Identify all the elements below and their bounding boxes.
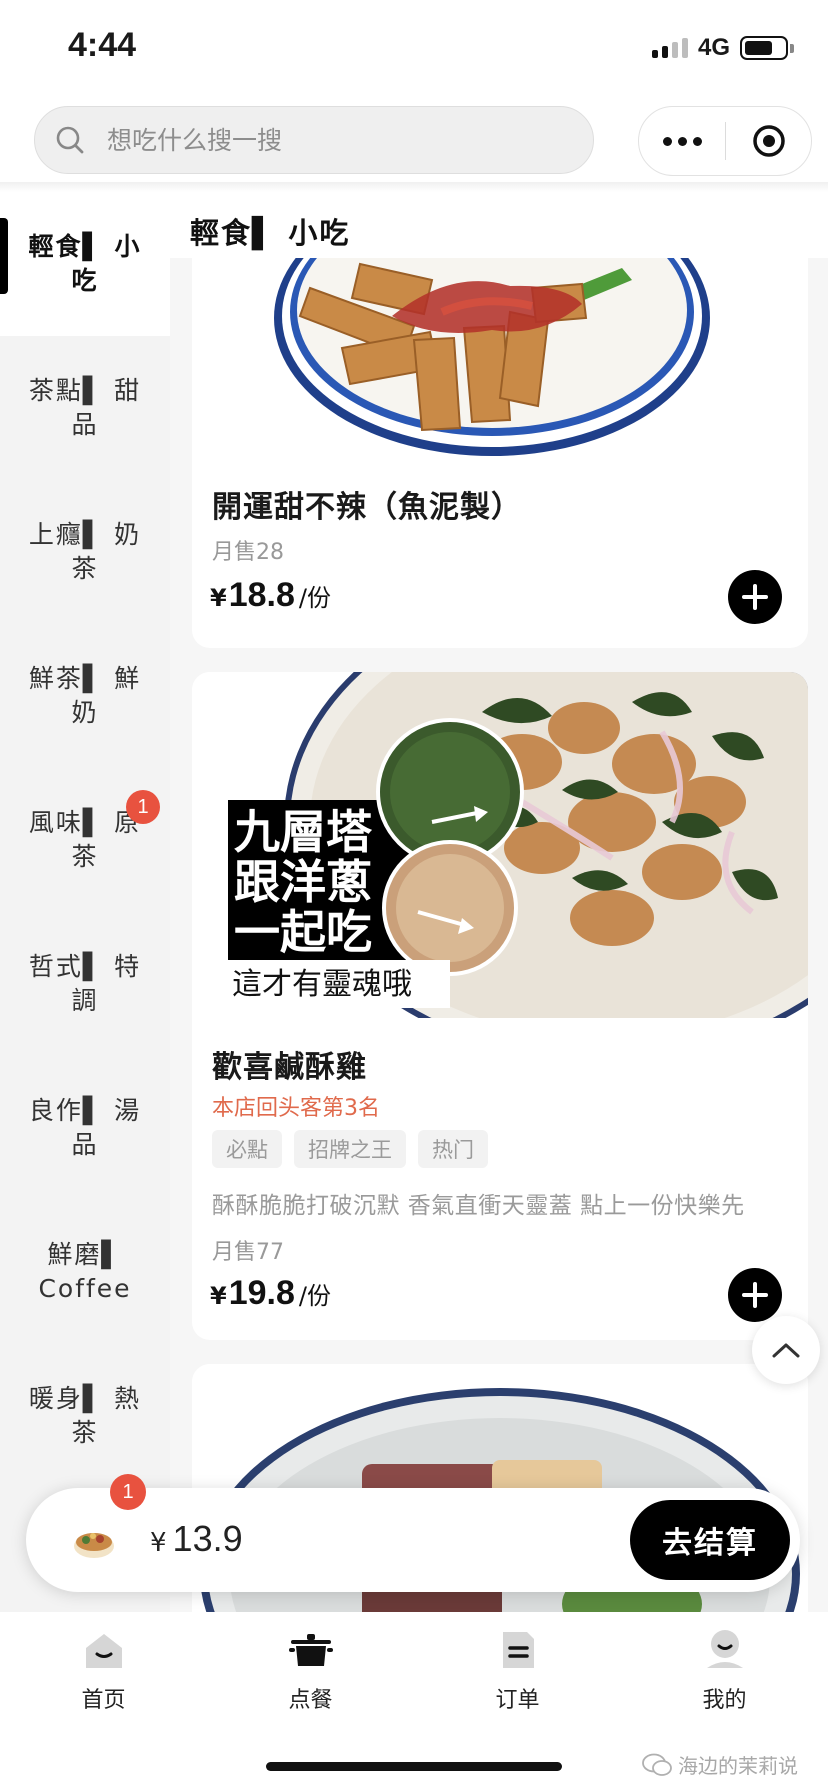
watermark-text: 海边的茉莉说 [678, 1754, 798, 1778]
pot-icon [288, 1634, 333, 1666]
back-to-top-button[interactable] [752, 1316, 820, 1384]
product-card[interactable]: 九層塔 跟洋蔥 一起吃 這才有靈魂哦 歡喜鹹酥雞 本店回头客第3名 必點 招牌之… [192, 672, 808, 1340]
profile-icon [706, 1630, 743, 1668]
tab-home[interactable]: 首页 [0, 1612, 207, 1722]
image-text-line3: 一起吃 [234, 905, 372, 959]
sidebar-item-hot-tea[interactable]: 暖身▌ 熱茶 [0, 1344, 170, 1488]
product-price: ¥ 18.8 /份 [210, 576, 331, 615]
currency-symbol: ¥ [150, 1528, 167, 1558]
watermark: 海边的茉莉说 [642, 1750, 798, 1779]
price-value: 19.8 [228, 1274, 295, 1312]
image-text-line2: 跟洋蔥 [234, 855, 372, 909]
product-description: 酥酥脆脆打破沉默 香氣直衝天靈蓋 點上一份快樂先 [212, 1193, 745, 1219]
search-bar[interactable] [34, 106, 594, 174]
sidebar-item-original-tea[interactable]: 1 風味▌ 原茶 [0, 768, 170, 912]
cart-item-thumbnail-icon [74, 1533, 114, 1558]
wechat-icon [642, 1753, 672, 1776]
monthly-sales: 月售28 [212, 540, 284, 565]
monthly-sales: 月售77 [212, 1240, 284, 1265]
status-bar: 4:44 4G [0, 0, 828, 96]
signal-strength-icon [652, 38, 688, 58]
search-icon [56, 126, 84, 154]
document-icon [502, 1632, 534, 1668]
tab-label: 点餐 [288, 1688, 333, 1713]
tab-label: 订单 [495, 1688, 540, 1713]
tab-label: 首页 [81, 1688, 126, 1713]
chevron-up-icon [772, 1343, 800, 1358]
sidebar-item-label: 上癮▌ 奶茶 [28, 520, 142, 583]
image-caption: 這才有靈魂哦 [232, 967, 412, 1002]
more-icon[interactable] [639, 107, 725, 175]
cart-count-badge: 1 [110, 1474, 146, 1510]
product-price: ¥ 19.8 /份 [210, 1274, 331, 1313]
category-sidebar: 輕食▌ 小吃 茶點▌ 甜品 上癮▌ 奶茶 鮮茶▌ 鮮奶 1 風味▌ 原茶 哲式▌… [0, 192, 170, 1612]
price-value: 18.8 [228, 576, 295, 614]
sidebar-item-label: 風味▌ 原茶 [28, 808, 142, 871]
product-name: 歡喜鹹酥雞 [212, 1050, 367, 1085]
category-count-badge: 1 [126, 790, 160, 824]
sidebar-item-milk-tea[interactable]: 上癮▌ 奶茶 [0, 480, 170, 624]
product-tags: 必點 招牌之王 热门 [212, 1130, 488, 1168]
sidebar-item-coffee[interactable]: 鮮磨▌ Coffee [0, 1200, 170, 1344]
close-target-icon[interactable] [726, 107, 811, 175]
checkout-button[interactable]: 去结算 [630, 1500, 790, 1580]
sidebar-item-desserts[interactable]: 茶點▌ 甜品 [0, 336, 170, 480]
sidebar-item-fresh-milk[interactable]: 鮮茶▌ 鮮奶 [0, 624, 170, 768]
product-list[interactable]: 開運甜不辣（魚泥製） 月售28 ¥ 18.8 /份 九層塔 跟洋蔥 一起吃 這才… [170, 258, 828, 1612]
header-divider [0, 182, 828, 192]
active-indicator [0, 218, 8, 294]
home-indicator [266, 1762, 562, 1771]
search-input[interactable] [107, 125, 507, 155]
sidebar-item-snacks[interactable]: 輕食▌ 小吃 [0, 192, 170, 336]
network-type: 4G [698, 34, 731, 61]
cart-total-value: 13.9 [172, 1518, 243, 1559]
product-name: 開運甜不辣（魚泥製） [212, 490, 522, 525]
add-to-cart-button[interactable] [728, 570, 782, 624]
product-image [192, 258, 808, 458]
add-to-cart-button[interactable] [728, 1268, 782, 1322]
sidebar-item-label: 暖身▌ 熱茶 [28, 1384, 142, 1447]
tab-order-food[interactable]: 点餐 [207, 1612, 414, 1722]
product-card[interactable]: 開運甜不辣（魚泥製） 月售28 ¥ 18.8 /份 [192, 258, 808, 648]
cart-total: ¥ 13.9 [150, 1518, 243, 1560]
cart-bar[interactable]: 1 ¥ 13.9 去结算 [26, 1474, 800, 1592]
price-unit: /份 [298, 1282, 331, 1310]
sidebar-item-label: 輕食▌ 小吃 [28, 232, 142, 295]
product-tag: 招牌之王 [294, 1130, 406, 1168]
image-text-line1: 九層塔 [234, 805, 373, 859]
status-time: 4:44 [68, 26, 137, 64]
product-tag: 热门 [418, 1130, 488, 1168]
battery-icon [740, 36, 788, 60]
sidebar-item-label: 鮮茶▌ 鮮奶 [28, 664, 142, 727]
price-unit: /份 [298, 584, 331, 612]
sidebar-item-label: 鮮磨▌ Coffee [38, 1240, 132, 1303]
currency-symbol: ¥ [210, 1282, 227, 1310]
tab-label: 我的 [702, 1688, 747, 1713]
sidebar-item-specials[interactable]: 哲式▌ 特調 [0, 912, 170, 1056]
sidebar-item-label: 良作▌ 湯品 [28, 1096, 142, 1159]
product-tag: 必點 [212, 1130, 282, 1168]
product-image: 九層塔 跟洋蔥 一起吃 這才有靈魂哦 [192, 672, 808, 1018]
home-icon [85, 1634, 122, 1668]
tab-orders[interactable]: 订单 [414, 1612, 621, 1722]
section-title: 輕食▌ 小吃 [190, 216, 351, 250]
tab-profile[interactable]: 我的 [621, 1612, 828, 1722]
currency-symbol: ¥ [210, 584, 227, 612]
repeat-customer-rank: 本店回头客第3名 [212, 1096, 380, 1121]
sidebar-item-label: 哲式▌ 特調 [28, 952, 142, 1015]
sidebar-item-soups[interactable]: 良作▌ 湯品 [0, 1056, 170, 1200]
sidebar-item-label: 茶點▌ 甜品 [28, 376, 142, 439]
miniprogram-capsule [638, 106, 812, 176]
battery-tip [790, 44, 794, 53]
